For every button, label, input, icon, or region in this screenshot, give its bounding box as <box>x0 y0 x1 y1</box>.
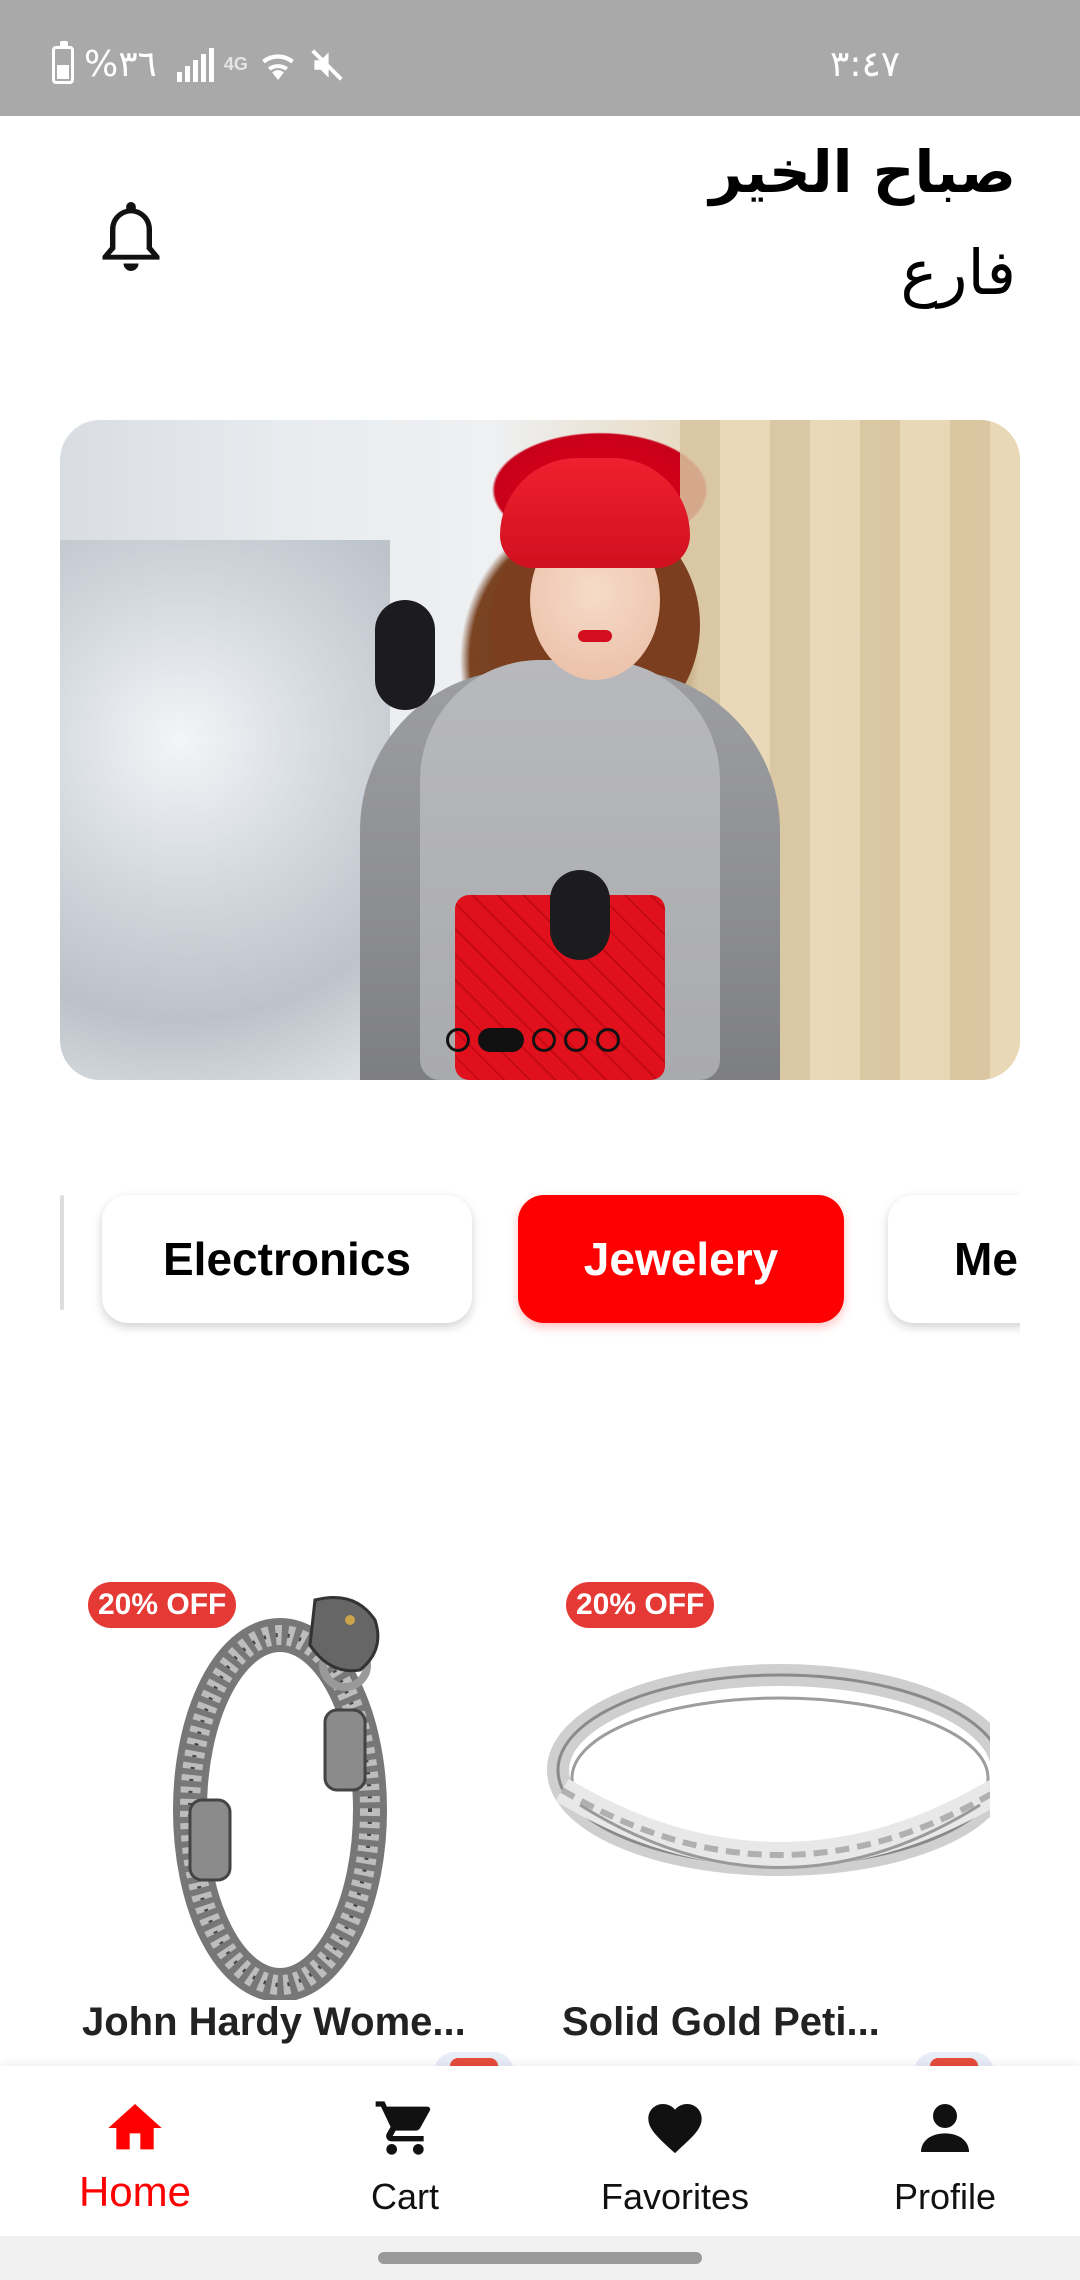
heart-icon <box>648 2104 702 2154</box>
banner-model-glove-hand <box>550 870 610 960</box>
network-type: 4G <box>223 54 248 74</box>
product-name: John Hardy Wome... <box>82 2000 466 2044</box>
wifi-icon <box>262 53 294 80</box>
home-screen: %٣٦ 4G ٣:٤٧ صباح الخير فارع Electronics … <box>0 0 1080 2280</box>
category-list[interactable]: Electronics Jewelery Me <box>60 1180 1020 1340</box>
nav-home[interactable]: Home <box>0 2066 270 2236</box>
battery-icon <box>52 40 74 84</box>
nav-profile[interactable]: Profile <box>810 2066 1080 2236</box>
battery-level: %٣٦ <box>84 44 157 85</box>
bottom-navigation: Home Cart Favorites Profile <box>0 2066 1080 2236</box>
nav-cart-label: Cart <box>370 2176 439 2217</box>
carousel-dot[interactable] <box>532 1028 556 1052</box>
greeting-block: صباح الخير فارع <box>709 130 1016 332</box>
status-icons: %٣٦ 4G <box>52 40 346 85</box>
banner-model-glove <box>375 600 435 710</box>
nav-favorites[interactable]: Favorites <box>540 2066 810 2236</box>
status-bar: %٣٦ 4G ٣:٤٧ <box>0 0 1080 116</box>
banner-model-lips <box>578 630 612 642</box>
carousel-indicator <box>446 1028 620 1052</box>
home-icon <box>108 2104 162 2150</box>
home-indicator[interactable] <box>378 2252 702 2264</box>
carousel-dot-active[interactable] <box>478 1028 524 1052</box>
banner-model-hat <box>500 458 690 568</box>
category-chip-electronics[interactable]: Electronics <box>102 1195 472 1323</box>
nav-profile-label: Profile <box>893 2176 997 2217</box>
promo-banner[interactable] <box>60 420 1020 1080</box>
signal-icon <box>176 47 214 82</box>
discount-badge: 20% OFF <box>566 1582 715 1628</box>
category-chip-jewelery[interactable]: Jewelery <box>518 1195 844 1323</box>
nav-cart[interactable]: Cart <box>270 2066 540 2236</box>
bell-icon[interactable] <box>94 196 168 280</box>
nav-favorites-label: Favorites <box>600 2176 750 2217</box>
nav-home-label: Home <box>78 2168 192 2215</box>
cart-icon <box>375 2101 431 2155</box>
category-chip-mens[interactable]: Me <box>888 1195 1020 1323</box>
user-name: فارع <box>900 236 1016 309</box>
carousel-dot[interactable] <box>564 1028 588 1052</box>
carousel-dot[interactable] <box>446 1028 470 1052</box>
product-card[interactable]: 20% OFF John Hardy Wome... <box>60 1560 510 2080</box>
person-icon <box>921 2104 969 2152</box>
discount-badge: 20% OFF <box>88 1582 237 1628</box>
product-name: Solid Gold Peti... <box>562 2000 880 2044</box>
product-card[interactable]: 20% OFF Solid Gold Peti... <box>540 1560 990 2080</box>
category-scroll-edge <box>60 1195 64 1310</box>
banner-background-trees <box>60 540 390 1080</box>
carousel-dot[interactable] <box>596 1028 620 1052</box>
mute-icon <box>311 48 343 81</box>
greeting-text: صباح الخير <box>709 138 1016 206</box>
status-time: ٣:٤٧ <box>830 44 901 85</box>
